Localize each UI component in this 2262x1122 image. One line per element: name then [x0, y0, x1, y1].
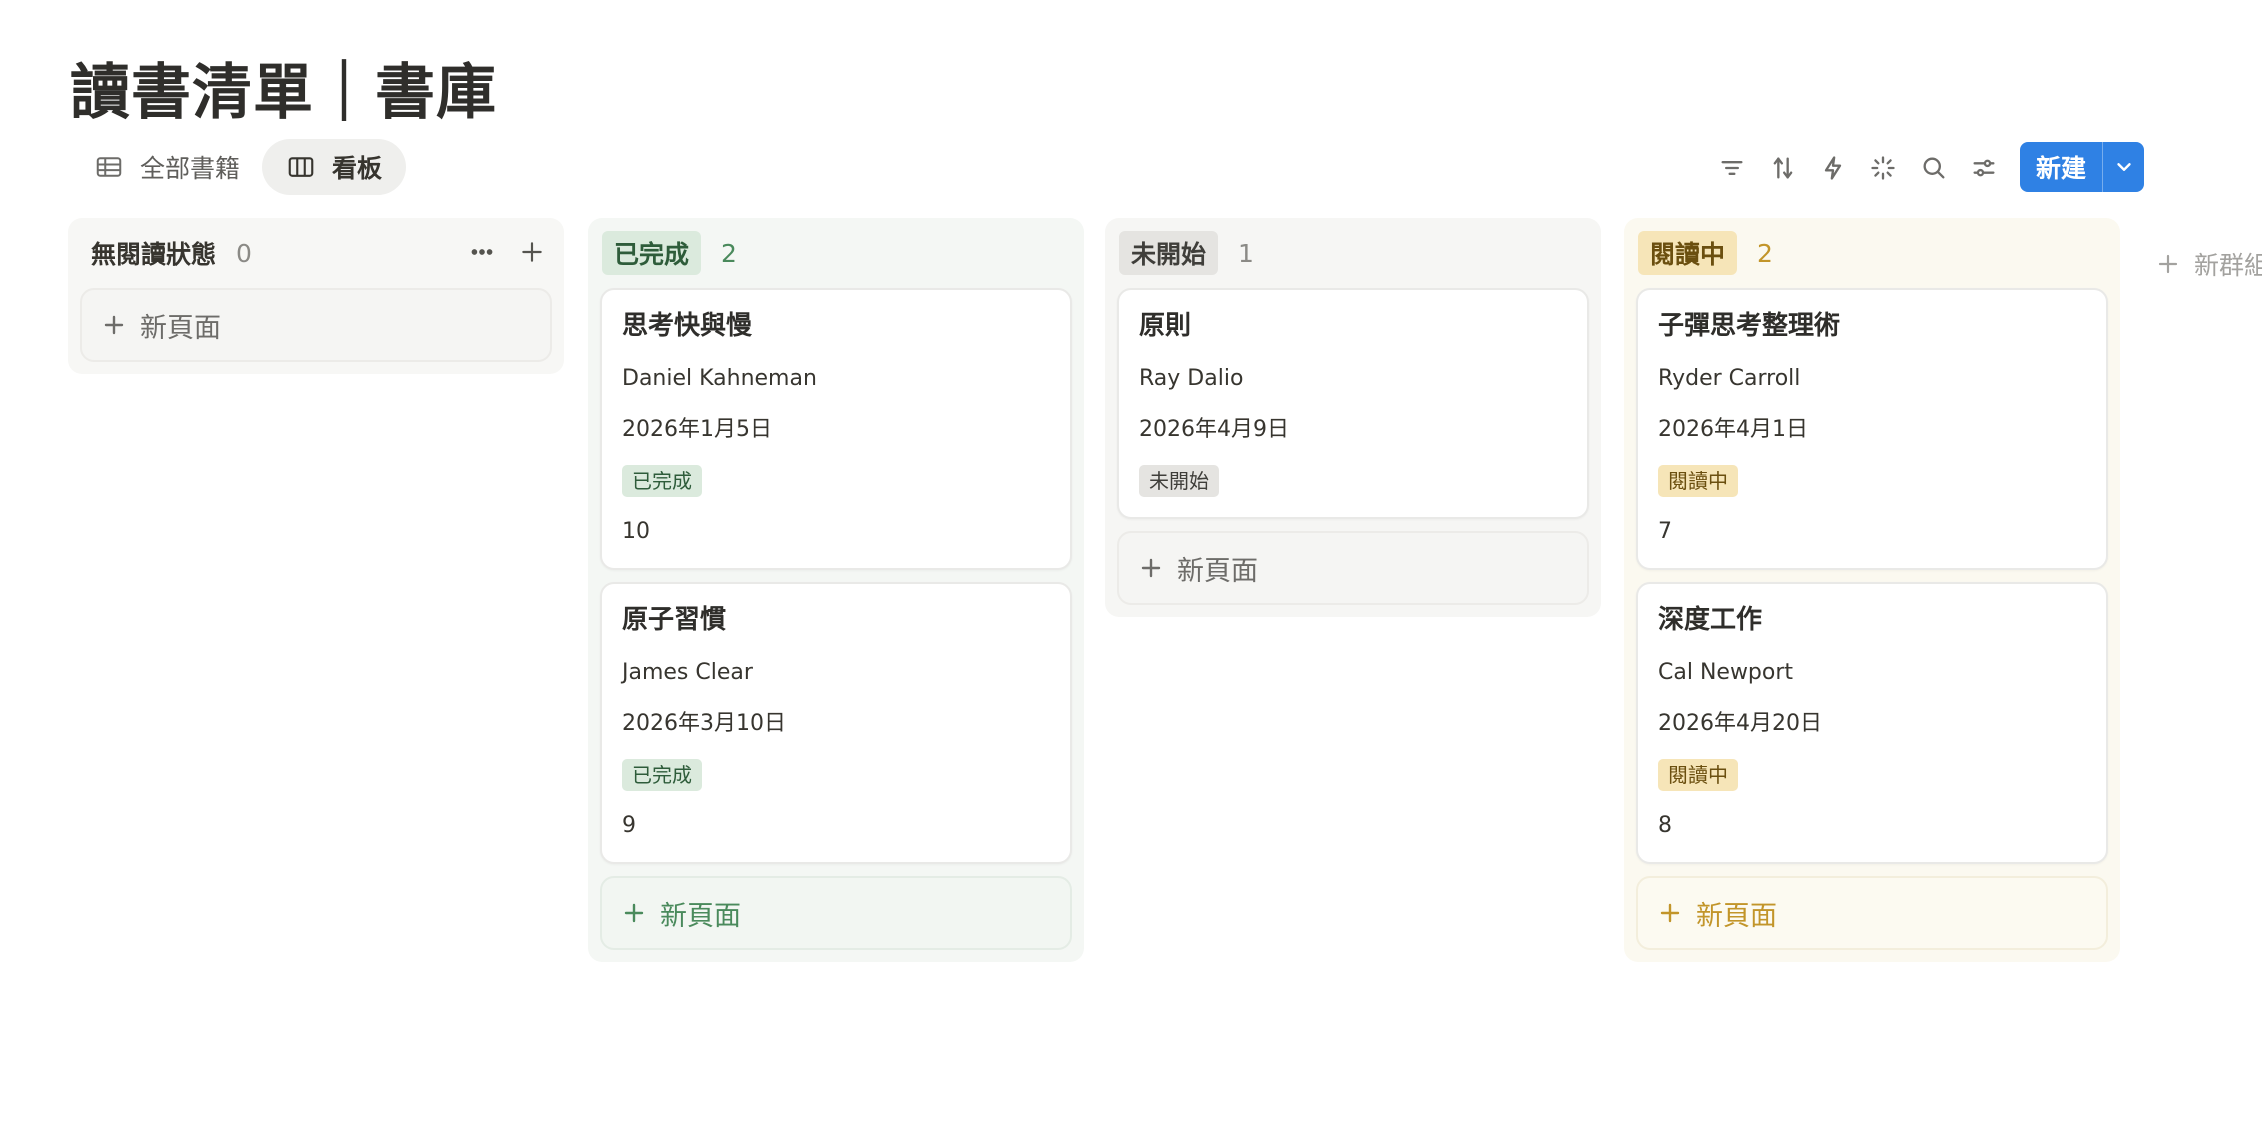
book-author: Ryder Carroll	[1658, 366, 1801, 391]
book-card[interactable]: 原則 Ray Dalio 2026年4月9日 未開始	[1117, 288, 1589, 519]
plus-icon[interactable]	[516, 236, 548, 268]
status-badge: 閱讀中	[1658, 465, 1738, 497]
column-count: 0	[236, 238, 252, 268]
column-count: 2	[721, 238, 737, 268]
column-reading: 閱讀中 2 子彈思考整理術 Ryder Carroll 2026年4月1日 閱讀…	[1624, 218, 2120, 962]
filter-icon[interactable]	[1714, 150, 1750, 186]
book-rating: 7	[1658, 519, 1672, 544]
book-title: 子彈思考整理術	[1658, 311, 1841, 341]
plus-icon	[1141, 558, 1161, 578]
book-author: Daniel Kahneman	[622, 366, 817, 391]
tab-all-books[interactable]: 全部書籍	[70, 139, 264, 195]
book-rating: 9	[622, 813, 636, 838]
search-icon[interactable]	[1916, 150, 1952, 186]
book-card[interactable]: 子彈思考整理術 Ryder Carroll 2026年4月1日 閱讀中 7	[1636, 288, 2108, 570]
board-icon	[288, 157, 314, 177]
book-card[interactable]: 原子習慣 James Clear 2026年3月10日 已完成 9	[600, 582, 1072, 864]
new-page-label: 新頁面	[1177, 555, 1258, 587]
lightning-icon[interactable]	[1815, 150, 1851, 186]
new-dropdown-button[interactable]	[2102, 142, 2144, 192]
new-page-button[interactable]: 新頁面	[1117, 531, 1589, 605]
book-date: 2026年4月9日	[1139, 417, 1289, 442]
book-author: James Clear	[622, 660, 753, 685]
book-title: 原則	[1139, 311, 1192, 341]
book-title: 深度工作	[1658, 605, 1763, 635]
book-date: 2026年4月20日	[1658, 711, 1822, 736]
more-icon[interactable]	[466, 236, 498, 268]
column-title-badge: 未開始	[1119, 231, 1219, 275]
book-card[interactable]: 思考快與慢 Daniel Kahneman 2026年1月5日 已完成 10	[600, 288, 1072, 570]
column-header: 閱讀中 2	[1636, 218, 2108, 288]
column-header: 無閱讀狀態 0	[80, 218, 552, 288]
book-author: Ray Dalio	[1139, 366, 1244, 391]
book-date: 2026年3月10日	[622, 711, 786, 736]
new-button[interactable]: 新建	[2020, 142, 2102, 192]
new-page-label: 新頁面	[660, 900, 741, 932]
column-header: 未開始 1	[1117, 218, 1589, 288]
new-button-group: 新建	[2020, 142, 2144, 192]
chevron-down-icon	[2116, 163, 2131, 171]
status-badge: 已完成	[622, 759, 702, 791]
book-date: 2026年1月5日	[622, 417, 772, 442]
book-rating: 8	[1658, 813, 1672, 838]
plus-icon	[1660, 903, 1680, 923]
tab-label: 看板	[332, 154, 383, 183]
status-badge: 閱讀中	[1658, 759, 1738, 791]
column-header: 已完成 2	[600, 218, 1072, 288]
new-page-button[interactable]: 新頁面	[1636, 876, 2108, 950]
status-badge: 未開始	[1139, 465, 1219, 497]
new-page-label: 新頁面	[140, 312, 221, 344]
add-group-label: 新群組	[2194, 251, 2262, 280]
table-icon	[96, 157, 122, 177]
new-page-button[interactable]: 新頁面	[600, 876, 1072, 950]
plus-icon	[2158, 254, 2178, 274]
book-author: Cal Newport	[1658, 660, 1794, 685]
status-badge: 已完成	[622, 465, 702, 497]
book-title: 思考快與慢	[622, 311, 753, 341]
board-page: 讀書清單｜書庫 全部書籍 看板 新建 無閱讀狀態 0 新頁面 已完成 2 思考快…	[0, 0, 2262, 1122]
book-title: 原子習慣	[622, 605, 727, 635]
plus-icon	[104, 315, 124, 335]
column-title-badge: 閱讀中	[1638, 231, 1738, 275]
page-title: 讀書清單｜書庫	[70, 58, 497, 128]
sort-icon[interactable]	[1765, 150, 1801, 186]
column-completed: 已完成 2 思考快與慢 Daniel Kahneman 2026年1月5日 已完…	[588, 218, 1084, 962]
column-title-badge: 已完成	[602, 231, 702, 275]
book-rating: 10	[622, 519, 650, 544]
sparkle-icon[interactable]	[1865, 150, 1901, 186]
column-no-status: 無閱讀狀態 0 新頁面	[68, 218, 564, 374]
column-count: 1	[1238, 238, 1254, 268]
tab-board[interactable]: 看板	[262, 139, 407, 195]
tab-label: 全部書籍	[140, 154, 241, 183]
add-group-button[interactable]: 新群組	[2156, 246, 2262, 282]
book-date: 2026年4月1日	[1658, 417, 1808, 442]
column-count: 2	[1757, 238, 1773, 268]
plus-icon	[624, 903, 644, 923]
column-title: 無閱讀狀態	[91, 240, 217, 269]
settings-icon[interactable]	[1966, 150, 2002, 186]
new-page-label: 新頁面	[1696, 900, 1777, 932]
column-not-started: 未開始 1 原則 Ray Dalio 2026年4月9日 未開始 新頁面	[1105, 218, 1601, 617]
new-page-button[interactable]: 新頁面	[80, 288, 552, 362]
book-card[interactable]: 深度工作 Cal Newport 2026年4月20日 閱讀中 8	[1636, 582, 2108, 864]
